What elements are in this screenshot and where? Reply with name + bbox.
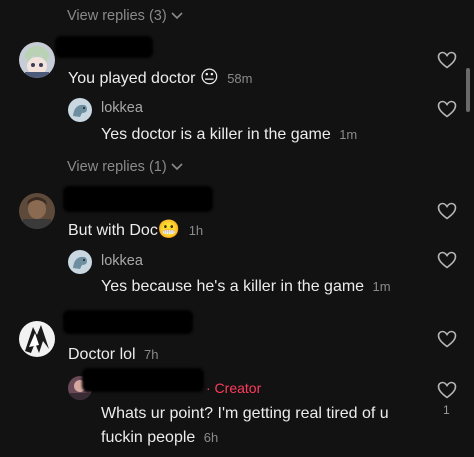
comment-text: You played doctor 😐 58m	[68, 67, 252, 88]
redacted-username	[82, 368, 204, 392]
anime-avatar-icon	[19, 42, 55, 78]
neutral-face-emoji: 😐	[199, 67, 219, 87]
comment-text: Doctor lol 7h	[68, 346, 159, 364]
redacted-username	[63, 310, 193, 334]
comment-time: 58m	[227, 71, 253, 86]
dinosaur-avatar-icon	[68, 250, 92, 274]
like-count: 1	[443, 403, 450, 417]
comment-time: 7h	[144, 347, 159, 362]
reply-body: fuckin people	[101, 429, 196, 446]
redacted-username	[55, 36, 153, 58]
manga-avatar-icon	[19, 321, 55, 357]
reply-avatar[interactable]	[68, 250, 92, 274]
photo-avatar-icon	[19, 193, 55, 229]
heart-icon[interactable]	[437, 330, 457, 348]
scrollbar[interactable]	[466, 68, 470, 112]
view-replies-label: View replies (1)	[67, 159, 167, 175]
view-replies-label: View replies (3)	[67, 8, 167, 24]
chevron-down-icon	[171, 12, 183, 20]
comment-body: But with Doc	[68, 222, 158, 239]
comment-body: Doctor lol	[68, 346, 136, 363]
reply-body: Yes because he's a killer in the game	[101, 278, 365, 295]
heart-icon[interactable]	[437, 251, 457, 269]
reply-body: Yes doctor is a killer in the game	[101, 126, 331, 143]
reply-text-line-1: Whats ur point? I'm getting real tired o…	[101, 405, 389, 422]
reply-time: 6h	[203, 430, 219, 445]
reply-username[interactable]: lokkea	[101, 253, 143, 269]
heart-icon[interactable]	[437, 202, 457, 220]
heart-icon[interactable]	[437, 381, 457, 399]
grimacing-face-emoji: 😬	[157, 219, 181, 239]
reply-text: Yes because he's a killer in the game 1m	[101, 278, 391, 296]
view-replies-link[interactable]: View replies (1)	[67, 159, 183, 175]
comment-time: 1h	[188, 223, 204, 238]
dinosaur-avatar-icon	[68, 98, 92, 122]
redacted-username	[63, 186, 213, 212]
heart-icon[interactable]	[437, 51, 457, 69]
reply-avatar[interactable]	[68, 98, 92, 122]
reply-username[interactable]: lokkea	[101, 100, 143, 116]
heart-icon[interactable]	[437, 100, 457, 118]
avatar[interactable]	[19, 42, 55, 78]
creator-label: · Creator	[206, 380, 262, 396]
avatar[interactable]	[19, 321, 55, 357]
comment-body: You played doctor	[68, 70, 196, 87]
comment-text: But with Doc😬 1h	[68, 219, 203, 240]
view-replies-link-top[interactable]: View replies (3)	[67, 8, 183, 24]
reply-text-line-2: fuckin people 6h	[101, 429, 218, 447]
reply-text: Yes doctor is a killer in the game 1m	[101, 126, 357, 144]
reply-time: 1m	[372, 279, 391, 294]
chevron-down-icon	[171, 163, 183, 171]
reply-time: 1m	[339, 127, 358, 142]
avatar[interactable]	[19, 193, 55, 229]
